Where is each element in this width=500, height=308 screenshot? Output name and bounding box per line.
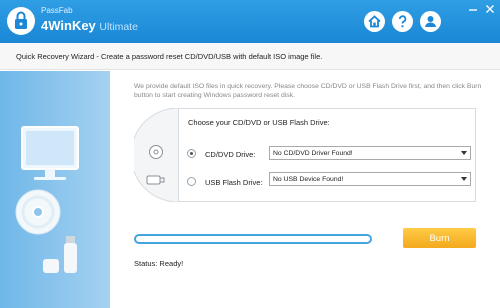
home-button[interactable] xyxy=(364,11,385,32)
help-icon xyxy=(398,15,407,28)
usb-drive-icon xyxy=(146,175,165,185)
minimize-icon xyxy=(469,9,477,11)
user-icon xyxy=(425,16,436,27)
account-button[interactable] xyxy=(420,11,441,32)
title-bar: PassFab 4WinKey Ultimate xyxy=(0,0,500,43)
brand-edition: Ultimate xyxy=(99,21,138,33)
brand-product-name: 4WinKey xyxy=(41,18,96,33)
close-icon xyxy=(486,5,494,13)
brand-company: PassFab xyxy=(41,6,73,15)
usb-flash-radio[interactable] xyxy=(187,177,196,186)
wizard-intro: We provide default ISO files in quick re… xyxy=(134,83,482,99)
wizard-title: Quick Recovery Wizard - Create a passwor… xyxy=(16,52,323,61)
minimize-button[interactable] xyxy=(466,2,480,16)
usb-flash-select-value: No USB Device Found! xyxy=(273,176,344,183)
usb-flash-select[interactable]: No USB Device Found! xyxy=(269,172,471,186)
cd-dvd-radio[interactable] xyxy=(187,149,196,158)
burn-button[interactable]: Burn xyxy=(403,228,476,248)
cd-dvd-select-value: No CD/DVD Driver Found! xyxy=(273,150,353,157)
sidebar-illustration xyxy=(0,71,110,308)
usb-flash-label: USB Flash Drive: xyxy=(205,178,263,187)
choose-drive-label: Choose your CD/DVD or USB Flash Drive: xyxy=(188,118,330,127)
close-button[interactable] xyxy=(483,2,497,16)
status-text: Status: Ready! xyxy=(134,259,184,268)
brand-product: 4WinKey Ultimate xyxy=(41,18,138,33)
cd-drive-icon xyxy=(149,145,163,159)
app-logo-icon xyxy=(7,7,35,35)
drive-selection-panel: Choose your CD/DVD or USB Flash Drive: C… xyxy=(178,108,476,202)
chevron-down-icon xyxy=(461,151,467,155)
help-button[interactable] xyxy=(392,11,413,32)
cd-dvd-label: CD/DVD Drive: xyxy=(205,150,256,159)
computer-media-illustration xyxy=(15,126,79,273)
wizard-header: Quick Recovery Wizard - Create a passwor… xyxy=(0,43,500,70)
burn-progress-bar xyxy=(134,234,372,244)
cd-dvd-select[interactable]: No CD/DVD Driver Found! xyxy=(269,146,471,160)
home-icon xyxy=(368,15,381,28)
chevron-down-icon xyxy=(461,177,467,181)
